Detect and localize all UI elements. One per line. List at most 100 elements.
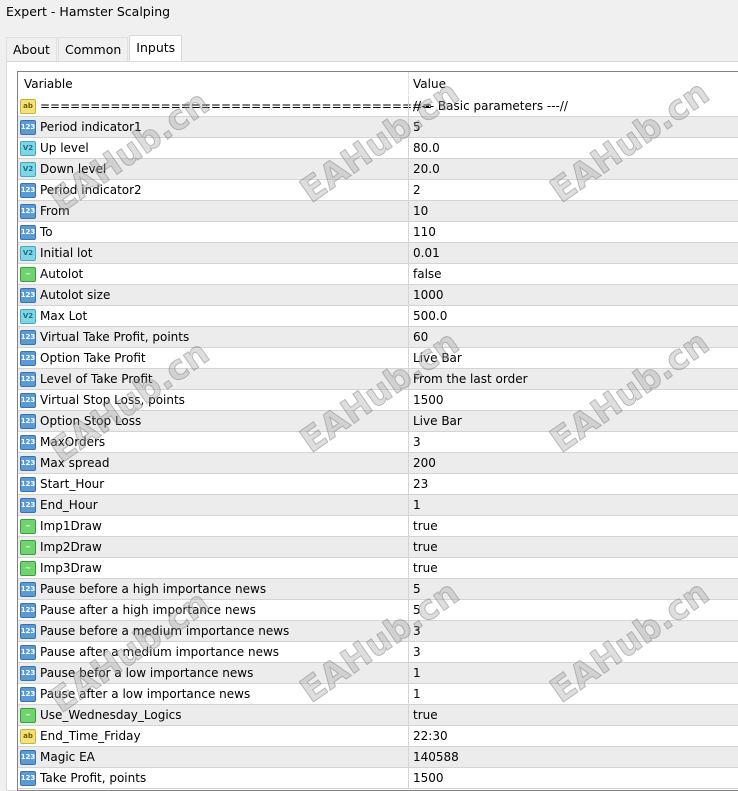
table-row[interactable]: 123 Option Take Profit Live Bar	[18, 348, 738, 369]
variable-value[interactable]: 1	[413, 498, 421, 512]
variable-value[interactable]: 3	[413, 435, 421, 449]
table-row[interactable]: 123 End_Hour 1	[18, 495, 738, 516]
table-row[interactable]: V2 Initial lot 0.01	[18, 243, 738, 264]
table-row[interactable]: 123 Pause after a low importance news 1	[18, 684, 738, 705]
variable-name: Imp3Draw	[40, 561, 102, 575]
table-row[interactable]: 123 Pause before a medium importance news…	[18, 621, 738, 642]
double-type-icon: V2	[20, 245, 36, 261]
table-row[interactable]: ~ Use_Wednesday_Logics true	[18, 705, 738, 726]
table-row[interactable]: 123 Pause before a high importance news 5	[18, 579, 738, 600]
variable-value[interactable]: 1500	[413, 771, 444, 785]
variable-name: Use_Wednesday_Logics	[40, 708, 182, 722]
variable-name: Imp2Draw	[40, 540, 102, 554]
header-value[interactable]: Value	[413, 77, 446, 91]
variable-name: Autolot	[40, 267, 84, 281]
variable-name: End_Time_Friday	[40, 729, 141, 743]
variable-name: Pause before a high importance news	[40, 582, 267, 596]
variable-value[interactable]: true	[413, 519, 438, 533]
table-row[interactable]: 123 Period indicator2 2	[18, 180, 738, 201]
integer-type-icon: 123	[20, 329, 36, 345]
table-row[interactable]: V2 Down level 20.0	[18, 159, 738, 180]
table-row[interactable]: ~ Imp2Draw true	[18, 537, 738, 558]
table-row[interactable]: V2 Up level 80.0	[18, 138, 738, 159]
variable-name: Autolot size	[40, 288, 111, 302]
variable-name: Imp1Draw	[40, 519, 102, 533]
variable-value[interactable]: 1	[413, 666, 421, 680]
tab-common[interactable]: Common	[57, 37, 129, 62]
tab-bar: About Common Inputs	[6, 35, 183, 62]
variable-name: Initial lot	[40, 246, 93, 260]
variable-value[interactable]: 500.0	[413, 309, 447, 323]
table-row[interactable]: 123 Level of Take Profit From the last ord…	[18, 369, 738, 390]
table-row[interactable]: 123 Magic EA 140588	[18, 747, 738, 768]
variable-value[interactable]: From the last order	[413, 372, 528, 386]
variable-value[interactable]: true	[413, 561, 438, 575]
table-row[interactable]: 123 From 10	[18, 201, 738, 222]
table-row[interactable]: 123 Autolot size 1000	[18, 285, 738, 306]
variable-value[interactable]: 5	[413, 603, 421, 617]
integer-type-icon: 123	[20, 371, 36, 387]
header-variable[interactable]: Variable	[18, 77, 73, 91]
table-row[interactable]: ab ======================================…	[18, 96, 738, 117]
integer-type-icon: 123	[20, 644, 36, 660]
variable-name: Option Take Profit	[40, 351, 146, 365]
variable-name: Max spread	[40, 456, 110, 470]
table-row[interactable]: ~ Imp1Draw true	[18, 516, 738, 537]
variable-name: Max Lot	[40, 309, 88, 323]
variable-value[interactable]: Live Bar	[413, 351, 462, 365]
variable-value[interactable]: 20.0	[413, 162, 440, 176]
variable-value[interactable]: false	[413, 267, 442, 281]
table-row[interactable]: 123 Start_Hour 23	[18, 474, 738, 495]
tab-inputs[interactable]: Inputs	[129, 35, 183, 62]
variable-value[interactable]: 22:30	[413, 729, 448, 743]
variable-value[interactable]: true	[413, 708, 438, 722]
table-row[interactable]: ~ Imp3Draw true	[18, 558, 738, 579]
variable-name: Up level	[40, 141, 89, 155]
variable-value[interactable]: 60	[413, 330, 428, 344]
variable-value[interactable]: true	[413, 540, 438, 554]
variable-value[interactable]: 80.0	[413, 141, 440, 155]
integer-type-icon: 123	[20, 665, 36, 681]
variable-value[interactable]: 0.01	[413, 246, 440, 260]
variable-value[interactable]: 110	[413, 225, 436, 239]
table-row[interactable]: 123 Virtual Stop Loss, points 1500	[18, 390, 738, 411]
variable-value[interactable]: 3	[413, 624, 421, 638]
integer-type-icon: 123	[20, 581, 36, 597]
integer-type-icon: 123	[20, 686, 36, 702]
variable-value[interactable]: 5	[413, 582, 421, 596]
variable-value[interactable]: 1500	[413, 393, 444, 407]
tab-about[interactable]: About	[6, 37, 57, 62]
variable-value[interactable]: //--- Basic parameters ---//	[413, 99, 568, 113]
table-row[interactable]: ~ Autolot false	[18, 264, 738, 285]
table-row[interactable]: 123 Take Profit, points 1500	[18, 768, 738, 789]
integer-type-icon: 123	[20, 203, 36, 219]
table-row[interactable]: 123 Option Stop Loss Live Bar	[18, 411, 738, 432]
variable-name: Pause befor a low importance news	[40, 666, 254, 680]
variable-value[interactable]: 2	[413, 183, 421, 197]
table-row[interactable]: ab End_Time_Friday 22:30	[18, 726, 738, 747]
table-row[interactable]: 123 Pause befor a low importance news 1	[18, 663, 738, 684]
variable-value[interactable]: 23	[413, 477, 428, 491]
variable-value[interactable]: 5	[413, 120, 421, 134]
variable-value[interactable]: 1000	[413, 288, 444, 302]
variable-value[interactable]: 3	[413, 645, 421, 659]
table-row[interactable]: 123 To 110	[18, 222, 738, 243]
table-row[interactable]: 123 Virtual Take Profit, points 60	[18, 327, 738, 348]
variable-name: Level of Take Profit	[40, 372, 153, 386]
integer-type-icon: 123	[20, 287, 36, 303]
variable-value[interactable]: 200	[413, 456, 436, 470]
table-row[interactable]: V2 Max Lot 500.0	[18, 306, 738, 327]
integer-type-icon: 123	[20, 350, 36, 366]
table-row[interactable]: 123 MaxOrders 3	[18, 432, 738, 453]
variable-name: Pause after a medium importance news	[40, 645, 280, 659]
integer-type-icon: 123	[20, 182, 36, 198]
variable-value[interactable]: 10	[413, 204, 428, 218]
table-row[interactable]: 123 Max spread 200	[18, 453, 738, 474]
variable-value[interactable]: Live Bar	[413, 414, 462, 428]
variable-value[interactable]: 1	[413, 687, 421, 701]
table-row[interactable]: 123 Pause after a medium importance news 3	[18, 642, 738, 663]
integer-type-icon: 123	[20, 770, 36, 786]
variable-value[interactable]: 140588	[413, 750, 459, 764]
table-row[interactable]: 123 Pause after a high importance news 5	[18, 600, 738, 621]
table-row[interactable]: 123 Period indicator1 5	[18, 117, 738, 138]
